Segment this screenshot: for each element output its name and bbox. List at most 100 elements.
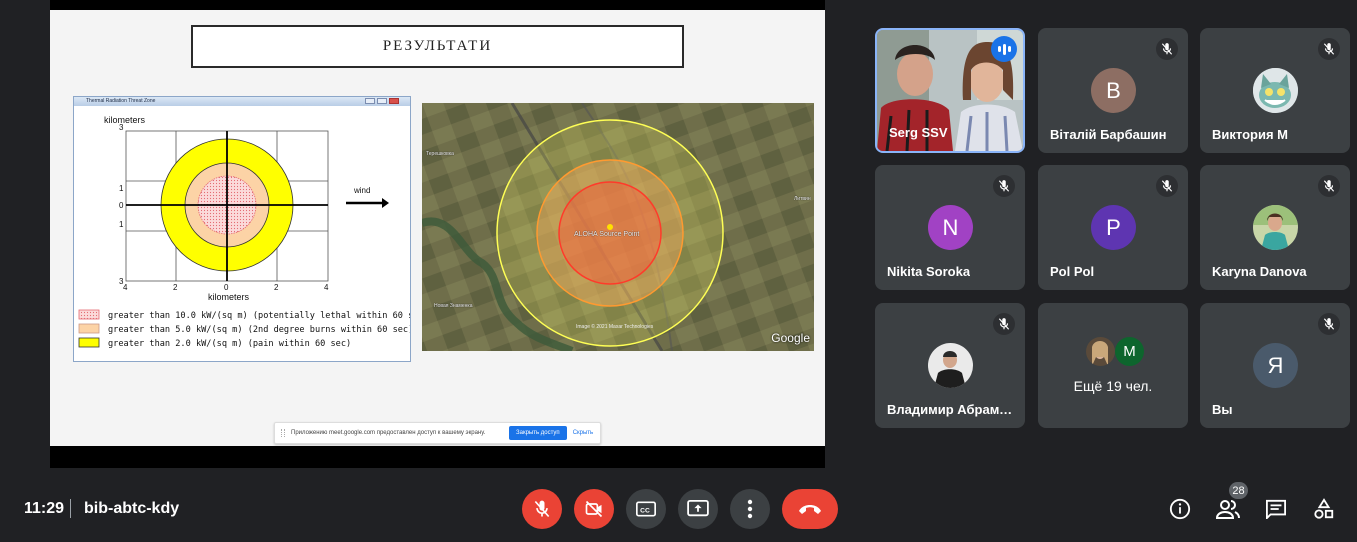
present-now-button[interactable] (678, 489, 718, 529)
slide-title: РЕЗУЛЬТАТИ (191, 25, 684, 68)
participant-name: Виктория М (1212, 127, 1288, 142)
people-button[interactable] (1215, 496, 1241, 522)
shared-slide: РЕЗУЛЬТАТИ Thermal Radiation Threat Zone (50, 10, 825, 446)
participant-tile[interactable]: Владимир Абрамов (875, 303, 1025, 428)
mic-off-icon (534, 500, 550, 518)
drag-handle-icon[interactable] (281, 429, 285, 437)
legend-swatch-red (78, 309, 100, 320)
avatar: В (1091, 68, 1136, 113)
map-town-label: Терешковка (426, 151, 454, 157)
map-attribution: Image © 2021 Maxar Technologies (576, 324, 654, 330)
participant-tile[interactable]: P Pol Pol (1038, 165, 1188, 290)
avatar: P (1091, 205, 1136, 250)
aloha-window-title: Thermal Radiation Threat Zone (86, 98, 156, 104)
avatar-photo (1253, 205, 1298, 250)
avatar: M (1115, 337, 1144, 366)
x-tick: 2 (173, 283, 178, 292)
threat-zone-plot: kilometers kilometers 3 1 0 1 3 4 2 0 2 … (78, 115, 411, 349)
y-tick: 1 (119, 184, 124, 193)
legend-entry: greater than 10.0 kW/(sq m) (potentially… (108, 311, 411, 321)
y-tick: 0 (119, 201, 124, 210)
participant-name: Віталій Барбашин (1050, 127, 1167, 142)
self-tile[interactable]: Я Вы (1200, 303, 1350, 428)
participant-tile[interactable]: Виктория М (1200, 28, 1350, 153)
source-pin-icon (607, 224, 613, 230)
legend-entry: greater than 5.0 kW/(sq m) (2nd degree b… (108, 325, 411, 335)
meeting-time: 11:29 (24, 500, 65, 517)
meeting-code: bib-abtc-kdy (84, 500, 180, 517)
x-tick: 4 (123, 283, 128, 292)
mic-off-icon (1318, 38, 1340, 60)
participant-name: Karyna Danova (1212, 264, 1307, 279)
captions-button[interactable]: CC (626, 489, 666, 529)
svg-text:CC: CC (640, 507, 650, 514)
aloha-threat-zone-window: Thermal Radiation Threat Zone kilometers… (73, 96, 411, 362)
people-icon (1216, 500, 1240, 519)
y-tick: 3 (119, 123, 124, 132)
screen-share-bar: Приложению meet.google.com предоставлен … (274, 422, 601, 444)
close-icon (389, 98, 399, 104)
map-imagery (422, 103, 814, 351)
more-options-button[interactable] (730, 489, 770, 529)
participant-tile[interactable]: N Nikita Soroka (875, 165, 1025, 290)
source-point-label: ALOHA Source Point (574, 231, 640, 238)
minimize-icon (365, 98, 375, 104)
avatar: N (928, 205, 973, 250)
wind-arrow-icon (346, 198, 389, 208)
participant-name: Serg SSV (889, 125, 948, 140)
maximize-icon (377, 98, 387, 104)
wind-label: wind (353, 186, 370, 195)
map-town-label: Новая Знаменка (434, 303, 473, 309)
more-participants-label: Ещё 19 чел. (1073, 378, 1153, 394)
participant-name: Владимир Абрамов (887, 402, 1015, 417)
mic-off-icon (1156, 38, 1178, 60)
google-logo: Google (771, 331, 810, 345)
avatar: Я (1253, 343, 1298, 388)
participant-name: Nikita Soroka (887, 264, 971, 279)
more-vert-icon (747, 499, 753, 519)
camera-toggle-button[interactable] (574, 489, 614, 529)
x-tick: 4 (324, 283, 329, 292)
meeting-details-button[interactable] (1167, 496, 1193, 522)
mic-off-icon (993, 313, 1015, 335)
x-tick: 0 (224, 283, 229, 292)
participant-name: Pol Pol (1050, 264, 1095, 279)
hide-share-bar-link[interactable]: Скрыть (573, 430, 593, 436)
captions-icon: CC (636, 501, 656, 517)
presentation-view: РЕЗУЛЬТАТИ Thermal Radiation Threat Zone (50, 0, 825, 468)
mic-toggle-button[interactable] (522, 489, 562, 529)
aloha-titlebar: Thermal Radiation Threat Zone (74, 97, 410, 106)
present-screen-icon (687, 500, 709, 517)
mic-off-icon (1318, 313, 1340, 335)
y-axis-label: kilometers (104, 115, 146, 125)
share-bar-message: Приложению meet.google.com предоставлен … (291, 430, 486, 436)
divider (70, 499, 71, 518)
mic-off-icon (1156, 175, 1178, 197)
participant-name: Вы (1212, 402, 1233, 417)
map-town-label: Литвин (794, 196, 811, 202)
end-call-icon (799, 505, 821, 514)
activities-button[interactable] (1311, 496, 1337, 522)
y-tick: 1 (119, 220, 124, 229)
legend-entry: greater than 2.0 kW/(sq m) (pain within … (108, 339, 351, 349)
speaking-indicator-icon (991, 36, 1017, 62)
x-axis-label: kilometers (208, 292, 250, 302)
participant-tile[interactable]: Karyna Danova (1200, 165, 1350, 290)
chat-icon (1266, 499, 1286, 519)
avatar-photo (928, 343, 973, 388)
activities-icon (1314, 498, 1334, 519)
x-tick: 2 (274, 283, 279, 292)
participant-tile[interactable]: В Віталій Барбашин (1038, 28, 1188, 153)
avatar-photo (1086, 337, 1115, 366)
info-icon (1169, 498, 1191, 520)
mic-off-icon (993, 175, 1015, 197)
participant-tile[interactable]: Serg SSV (875, 28, 1025, 153)
more-participants-tile[interactable]: M Ещё 19 чел. (1038, 303, 1188, 428)
stop-sharing-button[interactable]: Закрыть доступ (509, 426, 567, 440)
legend-swatch-orange (78, 323, 100, 334)
legend-swatch-yellow (78, 337, 100, 348)
mic-off-icon (1318, 175, 1340, 197)
chat-button[interactable] (1263, 496, 1289, 522)
leave-call-button[interactable] (782, 489, 838, 529)
satellite-map: Терешковка Литвин Новая Знаменка ALOHA S… (422, 103, 814, 351)
